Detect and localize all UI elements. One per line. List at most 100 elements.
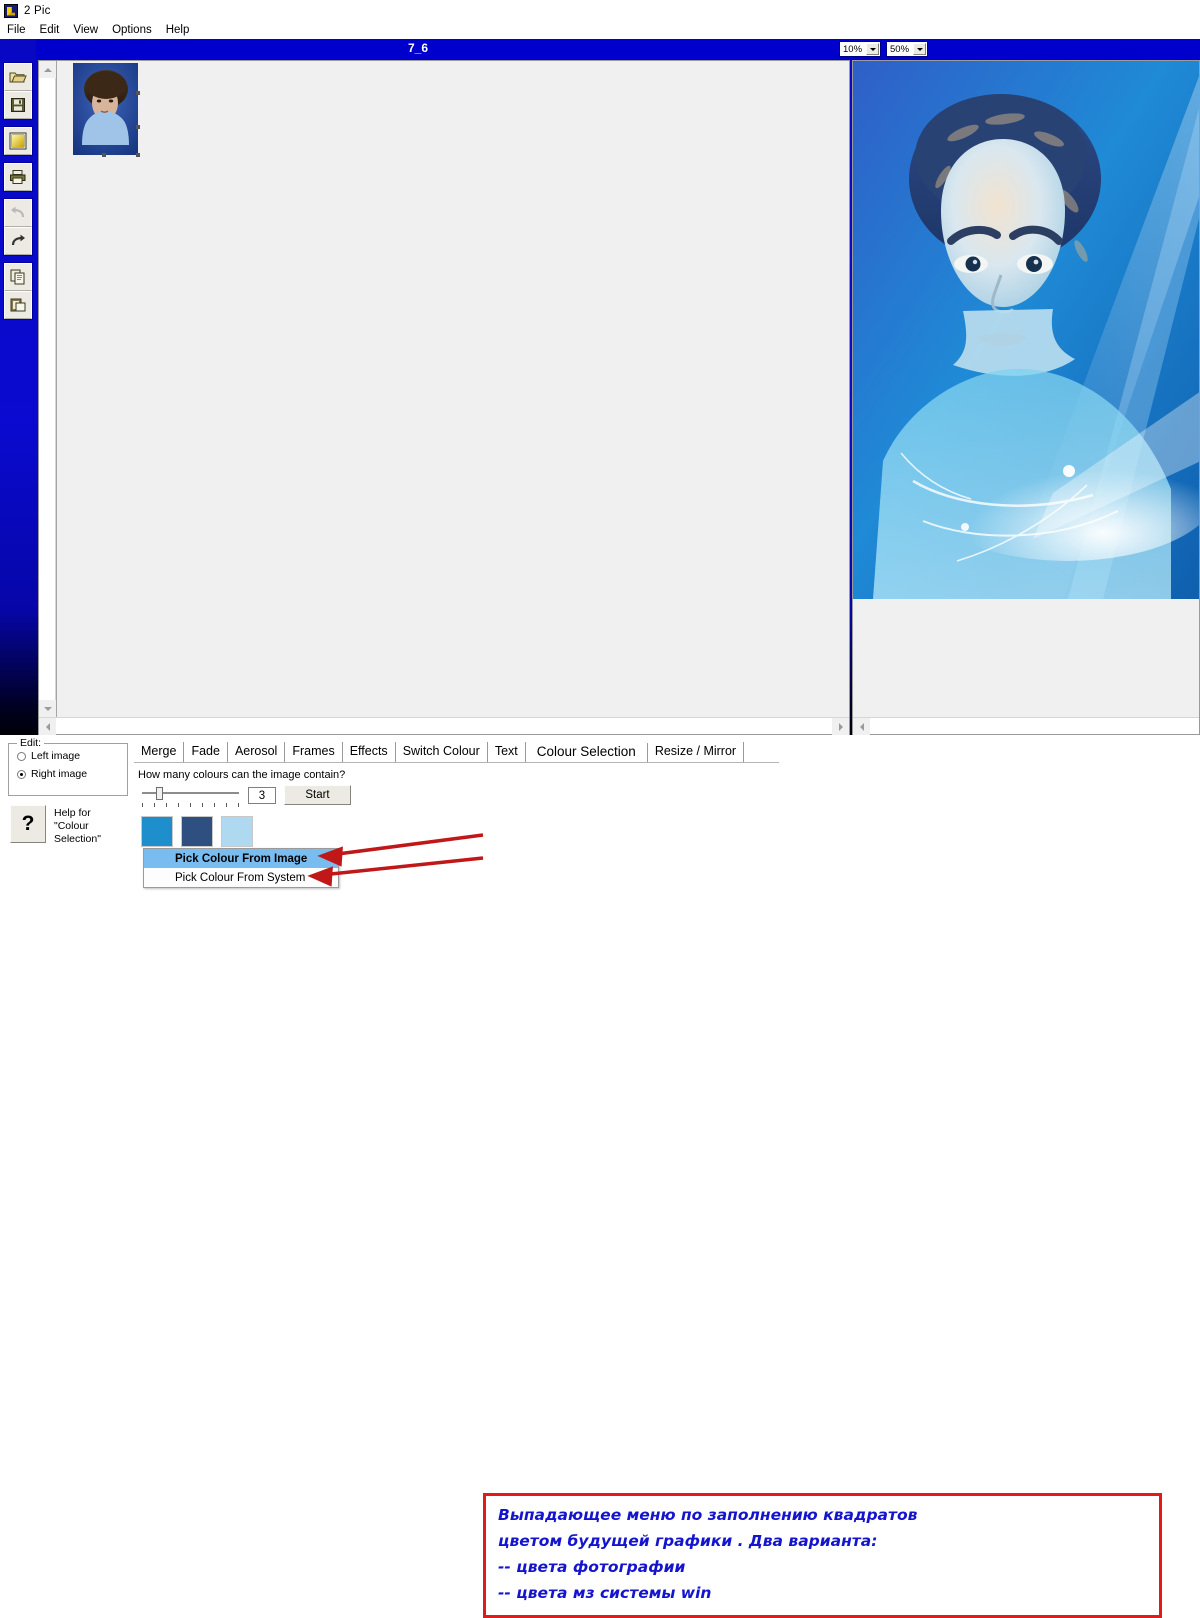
selection-handle[interactable] xyxy=(102,153,106,157)
radio-indicator xyxy=(17,751,26,761)
start-button[interactable]: Start xyxy=(284,785,351,805)
menu-item-options[interactable]: Options xyxy=(112,23,160,37)
tab-fade[interactable]: Fade xyxy=(184,742,228,762)
radio-left-image-label: Left image xyxy=(31,750,81,762)
toolbar-group-print xyxy=(3,162,33,192)
paste-icon xyxy=(10,297,27,313)
tab-strip: Merge Fade Aerosol Frames Effects Switch… xyxy=(134,740,745,762)
colour-swatch-2[interactable] xyxy=(181,816,213,847)
menu-item-edit[interactable]: Edit xyxy=(40,23,68,37)
undo-button[interactable] xyxy=(4,199,32,227)
menubar: File Edit View Options Help xyxy=(0,21,1200,39)
edit-radio-group: Edit: Left image Right image xyxy=(8,737,128,796)
toolbar-group-colour xyxy=(3,126,33,156)
triangle-right-icon xyxy=(838,722,843,731)
help-button[interactable]: ? xyxy=(10,805,46,843)
menu-item-view[interactable]: View xyxy=(73,23,106,37)
colour-swatch-row xyxy=(141,816,253,847)
colour-swatch-1[interactable] xyxy=(141,816,173,847)
app-icon xyxy=(4,3,18,18)
tab-merge[interactable]: Merge xyxy=(134,742,185,762)
selection-handle[interactable] xyxy=(136,91,140,95)
right-image-pane xyxy=(852,60,1200,735)
window-titlebar: 2 Pic xyxy=(0,0,1200,21)
left-pane-vertical-scrollbar[interactable] xyxy=(39,61,56,717)
undo-icon xyxy=(9,206,27,220)
triangle-up-icon xyxy=(43,67,52,72)
app-workspace: 7_6 10% 50% xyxy=(0,39,1200,735)
tab-strip-divider xyxy=(134,762,779,763)
tab-text[interactable]: Text xyxy=(488,742,526,762)
left-image-thumbnail[interactable] xyxy=(73,63,140,157)
redo-icon xyxy=(9,234,27,248)
scroll-down-button[interactable] xyxy=(39,700,56,717)
triangle-left-icon xyxy=(859,722,864,731)
edit-group-legend: Edit: xyxy=(17,737,45,749)
colour-count-slider[interactable] xyxy=(142,787,239,800)
zoom-right-value: 50% xyxy=(890,43,910,55)
toolbar-group-history xyxy=(3,198,33,256)
annotation-line-1: Выпадающее меню по заполнению квадратов xyxy=(498,1506,918,1524)
portrait-thumbnail-image xyxy=(73,63,138,155)
copy-icon xyxy=(10,269,27,285)
radio-left-image[interactable]: Left image xyxy=(17,750,127,762)
left-canvas[interactable] xyxy=(56,61,849,717)
left-toolbar xyxy=(3,62,33,326)
paste-button[interactable] xyxy=(4,291,32,319)
right-pane-horizontal-scrollbar[interactable] xyxy=(853,717,1199,735)
scroll-up-button[interactable] xyxy=(39,61,56,78)
save-button[interactable] xyxy=(4,91,32,119)
right-pane-empty-area xyxy=(853,599,1199,717)
chevron-down-icon[interactable] xyxy=(913,43,926,55)
slider-ticks xyxy=(142,803,239,807)
slider-thumb[interactable] xyxy=(156,787,163,800)
zoom-right-select[interactable]: 50% xyxy=(886,41,928,57)
zoom-left-select[interactable]: 10% xyxy=(839,41,881,57)
radio-right-image[interactable]: Right image xyxy=(17,768,127,780)
radio-indicator xyxy=(17,769,26,779)
bottom-panel: Edit: Left image Right image ? Help for … xyxy=(0,735,1200,1618)
document-titlebar: 7_6 10% 50% xyxy=(36,39,1200,60)
left-image-pane xyxy=(38,60,850,735)
chevron-down-icon[interactable] xyxy=(866,43,879,55)
print-button[interactable] xyxy=(4,163,32,191)
left-pane-horizontal-scrollbar[interactable] xyxy=(39,717,849,735)
print-icon xyxy=(9,169,27,185)
annotation-line-3: -- цвета фотографии xyxy=(498,1558,686,1576)
toolbar-group-clipboard xyxy=(3,262,33,320)
scroll-left-button[interactable] xyxy=(39,718,56,735)
tab-switch-colour[interactable]: Switch Colour xyxy=(396,742,488,762)
menu-item-file[interactable]: File xyxy=(7,23,34,37)
zoom-left-value: 10% xyxy=(843,43,863,55)
tab-colour-selection[interactable]: Colour Selection xyxy=(526,743,648,762)
open-folder-icon xyxy=(9,69,27,85)
scroll-left-button[interactable] xyxy=(853,718,870,735)
redo-button[interactable] xyxy=(4,227,32,255)
tab-effects[interactable]: Effects xyxy=(343,742,396,762)
colour-count-value[interactable]: 3 xyxy=(248,787,276,804)
tab-resize-mirror[interactable]: Resize / Mirror xyxy=(648,742,745,762)
menu-item-pick-colour-from-image[interactable]: Pick Colour From Image xyxy=(144,849,338,868)
selection-handle[interactable] xyxy=(136,125,140,129)
toolbar-group-file xyxy=(3,62,33,120)
open-button[interactable] xyxy=(4,63,32,91)
right-artwork-image[interactable] xyxy=(853,61,1199,599)
save-disk-icon xyxy=(10,97,26,113)
copy-button[interactable] xyxy=(4,263,32,291)
annotation-line-2: цветом будущей графики . Два варианта: xyxy=(498,1532,878,1550)
selection-handle[interactable] xyxy=(136,153,140,157)
colour-source-dropdown-menu: Pick Colour From Image Pick Colour From … xyxy=(143,848,339,888)
tab-aerosol[interactable]: Aerosol xyxy=(228,742,286,762)
menu-item-pick-colour-from-system[interactable]: Pick Colour From System xyxy=(144,868,338,887)
colour-button[interactable] xyxy=(4,127,32,155)
colour-gradient-icon xyxy=(9,132,27,150)
help-button-label: Help for "Colour Selection" xyxy=(54,807,101,845)
tab-frames[interactable]: Frames xyxy=(285,742,343,762)
scroll-right-button[interactable] xyxy=(832,718,849,735)
triangle-left-icon xyxy=(45,722,50,731)
window-title: 2 Pic xyxy=(24,4,51,17)
radio-right-image-label: Right image xyxy=(31,768,88,780)
menu-item-help[interactable]: Help xyxy=(166,23,198,37)
colour-swatch-3[interactable] xyxy=(221,816,253,847)
document-title: 7_6 xyxy=(408,41,429,55)
